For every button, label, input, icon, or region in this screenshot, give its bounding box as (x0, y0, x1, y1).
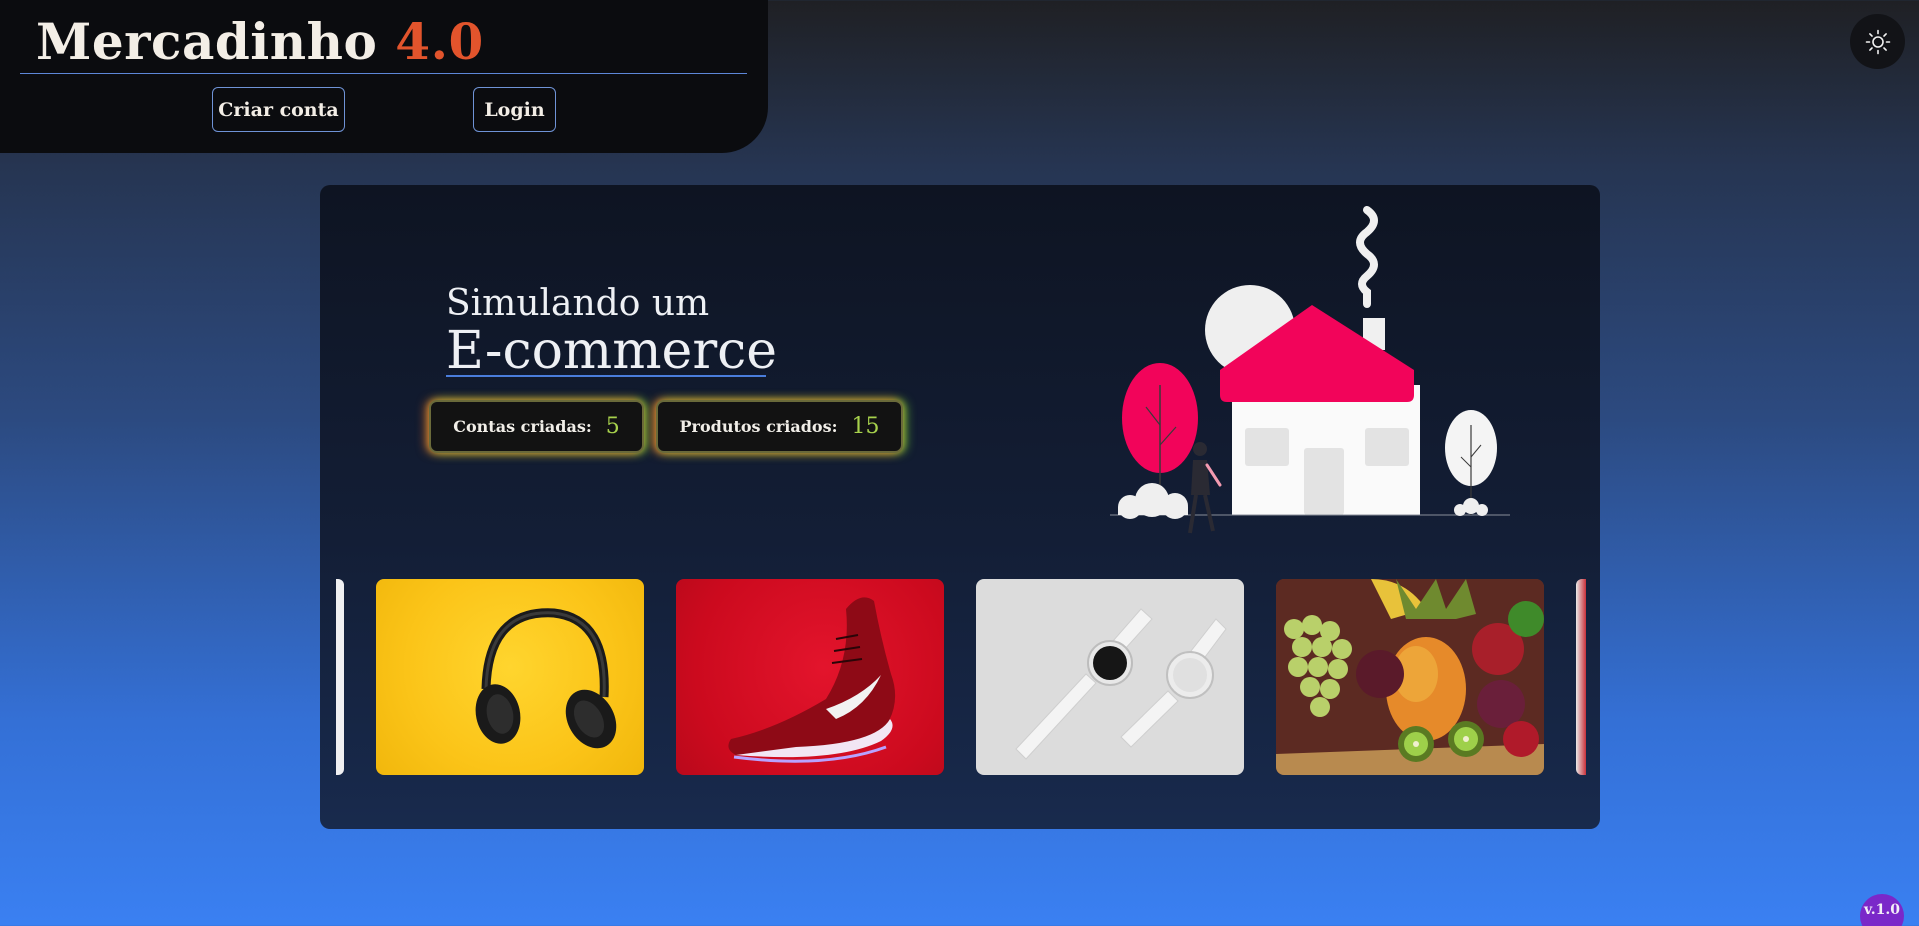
carousel-slide-sneaker[interactable] (676, 579, 944, 775)
header-panel: Mercadinho 4.0 Criar conta Login (0, 0, 768, 153)
header-divider (20, 73, 747, 74)
house-illustration (1110, 206, 1510, 534)
hero-card: Simulando um E-commerce Contas criadas: … (320, 185, 1600, 829)
hero-underline (446, 375, 766, 377)
accounts-counter-label: Contas criadas: (453, 417, 592, 436)
fruits-image (1276, 579, 1544, 775)
accounts-counter: Contas criadas: 5 (429, 400, 644, 453)
sneaker-image (728, 597, 896, 763)
version-badge: v.1.0 (1860, 894, 1904, 926)
products-counter-value: 15 (851, 414, 880, 439)
brand-name: Mercadinho (36, 12, 378, 71)
hero-title: E-commerce (446, 321, 778, 381)
carousel-slide-partial (336, 579, 344, 775)
login-button[interactable]: Login (473, 87, 556, 132)
hero-subtitle: Simulando um (446, 283, 710, 324)
theme-toggle-button[interactable] (1850, 14, 1905, 69)
carousel-slide-headphones[interactable] (376, 579, 644, 775)
products-counter-label: Produtos criados: (679, 417, 838, 436)
brand-logo[interactable]: Mercadinho 4.0 (36, 12, 484, 71)
create-account-button[interactable]: Criar conta (212, 87, 345, 132)
accounts-counter-value: 5 (605, 414, 620, 439)
brand-version: 4.0 (395, 12, 484, 71)
sun-icon (1865, 29, 1890, 54)
carousel-slide-partial (1576, 579, 1586, 775)
carousel-slide-smartwatch[interactable] (976, 579, 1244, 775)
products-counter: Produtos criados: 15 (656, 400, 903, 453)
smartwatch-image (1015, 608, 1227, 760)
headphones-image (475, 608, 617, 749)
carousel-slide-fruits[interactable] (1276, 579, 1544, 775)
